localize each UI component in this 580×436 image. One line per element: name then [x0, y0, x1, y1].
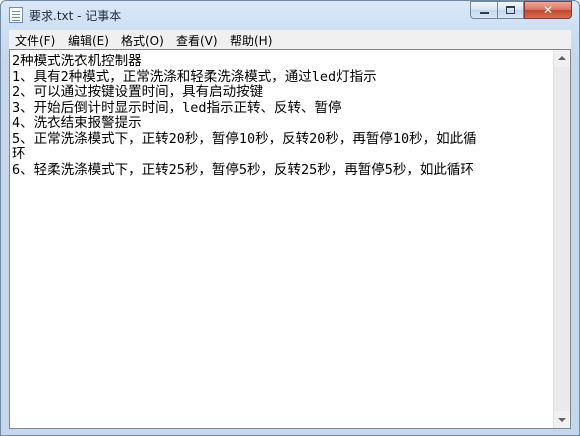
- document-text[interactable]: 2种模式洗衣机控制器 1、具有2种模式，正常洗涤和轻柔洗涤模式，通过led灯指示…: [12, 54, 548, 424]
- close-button[interactable]: ✕: [524, 1, 572, 19]
- close-icon: ✕: [542, 3, 554, 17]
- menu-view[interactable]: 查看(V): [176, 32, 218, 49]
- maximize-button[interactable]: [498, 1, 524, 19]
- arrow-down-icon: [558, 418, 566, 422]
- minimize-button[interactable]: [470, 1, 498, 19]
- maximize-icon: [506, 6, 515, 14]
- menu-help[interactable]: 帮助(H): [230, 32, 272, 49]
- menu-file[interactable]: 文件(F): [15, 32, 55, 49]
- text-line: 3、开始后倒计时显示时间，led指示正转、反转、暂停: [12, 99, 342, 116]
- text-line: 5、正常洗涤模式下，正转20秒，暂停10秒，反转20秒，再暂停10秒，如此循: [12, 130, 477, 147]
- text-line: 2种模式洗衣机控制器: [12, 54, 142, 69]
- menu-edit[interactable]: 编辑(E): [68, 32, 109, 49]
- text-line: 环: [12, 146, 26, 162]
- window-title: 要求.txt - 记事本: [29, 9, 122, 23]
- text-line: 4、洗衣结束报警提示: [12, 115, 142, 131]
- notepad-window: 要求.txt - 记事本 ✕ 文件(F) 编辑(E) 格式(O) 查看(V) 帮…: [0, 0, 580, 436]
- scroll-up-button[interactable]: [554, 50, 570, 67]
- text-editor[interactable]: 2种模式洗衣机控制器 1、具有2种模式，正常洗涤和轻柔洗涤模式，通过led灯指示…: [9, 49, 571, 429]
- notepad-icon[interactable]: [9, 7, 23, 23]
- text-line: 2、可以通过按键设置时间，具有启动按键: [12, 84, 264, 100]
- arrow-up-icon: [558, 56, 566, 60]
- menu-format[interactable]: 格式(O): [121, 32, 164, 49]
- text-line: 1、具有2种模式，正常洗涤和轻柔洗涤模式，通过led灯指示: [12, 68, 377, 85]
- menu-bar: 文件(F) 编辑(E) 格式(O) 查看(V) 帮助(H): [9, 30, 571, 49]
- vertical-scrollbar[interactable]: [553, 50, 570, 428]
- scroll-down-button[interactable]: [554, 411, 570, 428]
- title-bar[interactable]: 要求.txt - 记事本 ✕: [1, 1, 579, 30]
- minimize-icon: [480, 12, 489, 14]
- text-line: 6、轻柔洗涤模式下，正转25秒，暂停5秒，反转25秒，再暂停5秒，如此循环: [12, 161, 474, 178]
